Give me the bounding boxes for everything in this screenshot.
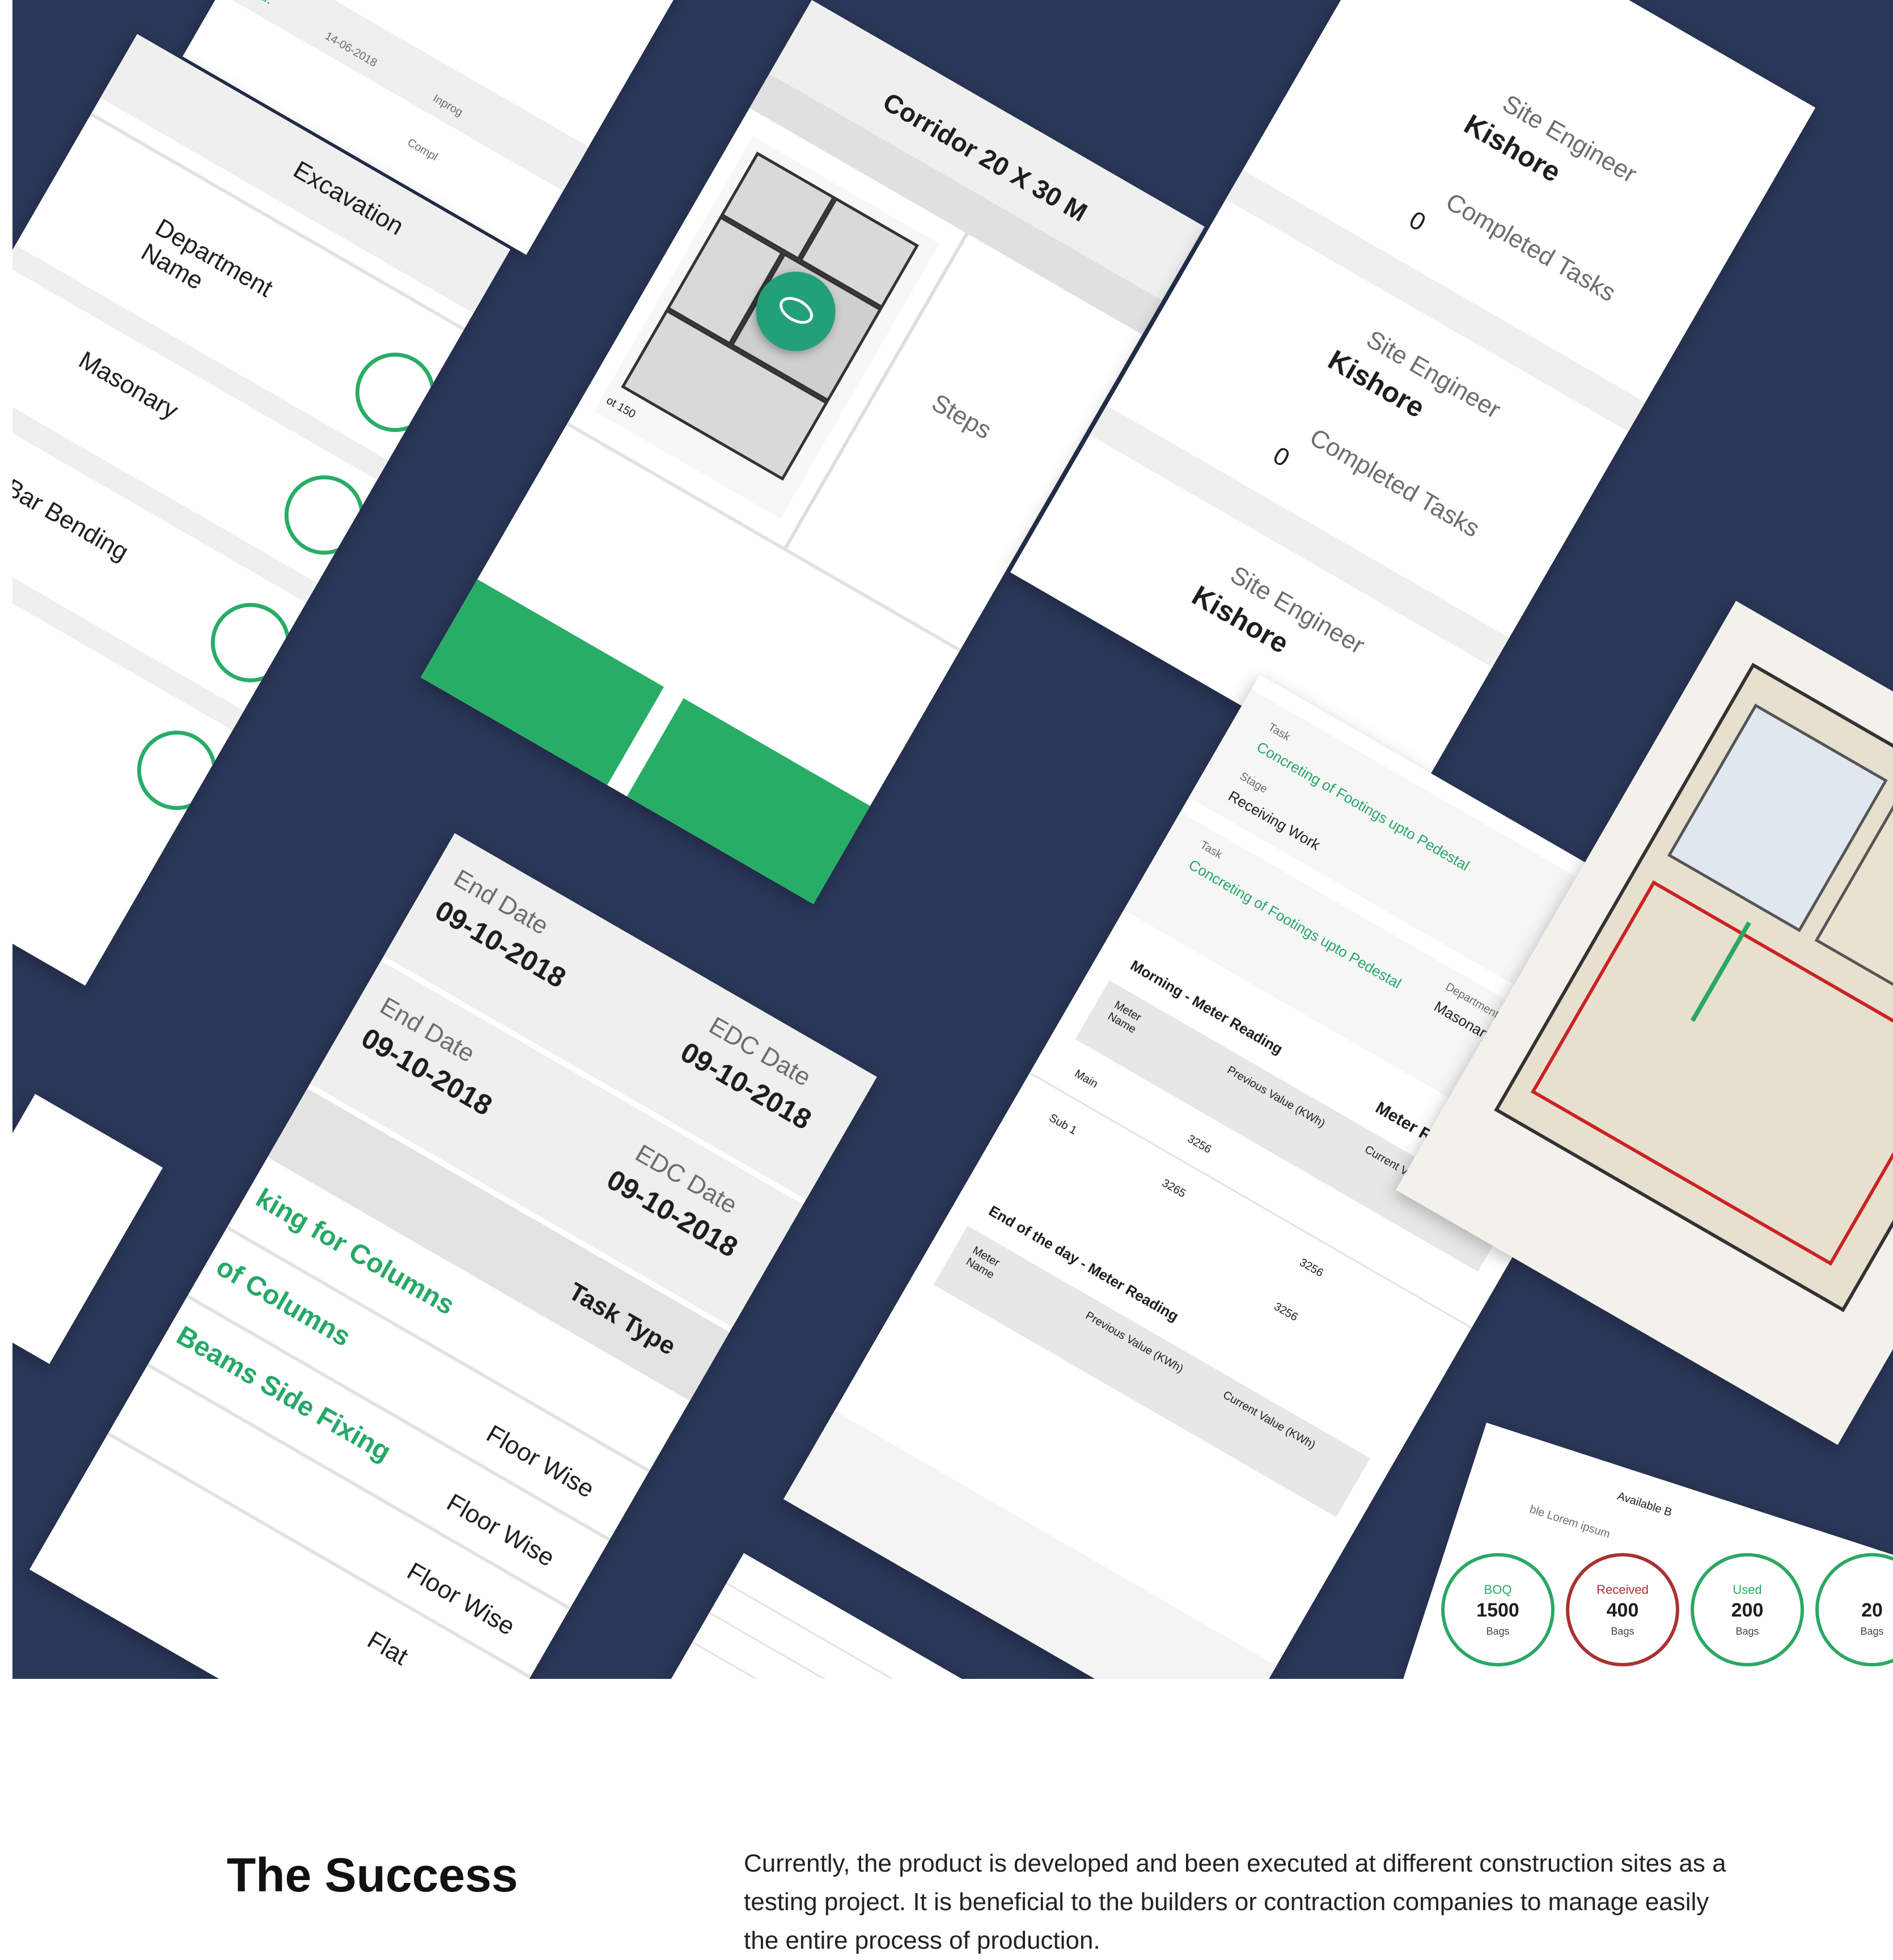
stat-caption: Used (1733, 1583, 1762, 1597)
card-task-dates: End Date 09-10-2018 EDC Date 09-10-2018 … (29, 833, 877, 1679)
divider (187, 1295, 611, 1542)
card-edge-fragment (12, 1094, 163, 1364)
completed-tasks-value: 0 (1268, 441, 1295, 473)
steps-label: Steps (927, 388, 997, 445)
stats-header: Available B (1616, 1490, 1674, 1520)
stat-caption: Received (1596, 1583, 1649, 1597)
stat-ring-used: Used 200 Bags (1691, 1553, 1804, 1666)
stat-ring-boq: BOQ 1500 Bags (1441, 1553, 1555, 1666)
task-status-2: Compl (405, 136, 440, 164)
stats-subheader: ble Lorem ipsum (1528, 1503, 1612, 1541)
stat-value: 20 (1861, 1600, 1883, 1621)
stat-unit: Bags (1611, 1626, 1634, 1637)
mockup-collage: al. 14-06-2018 Inprog Compl Excavation D… (12, 0, 1893, 1679)
stat-value: 200 (1731, 1600, 1764, 1621)
department-item[interactable]: Department Name (136, 214, 292, 337)
divider (107, 1432, 531, 1679)
meter-row-name: Sub 1 (1047, 1111, 1079, 1138)
section-body: Currently, the product is developed and … (744, 1849, 1726, 1954)
meter-extra-value: 3256 (1272, 1300, 1300, 1324)
eye-icon (774, 291, 818, 329)
stat-value: 1500 (1476, 1600, 1519, 1621)
stat-caption: BOQ (1484, 1583, 1512, 1597)
meter-row-prev: 3256 (1185, 1132, 1214, 1156)
department-toggle-ring[interactable] (122, 716, 231, 825)
meter-row-prev: 3265 (1159, 1177, 1188, 1200)
task-name[interactable]: of Columns (211, 1251, 356, 1353)
meter-row-curr: 3256 (1297, 1256, 1325, 1280)
stat-unit: Bags (1486, 1626, 1510, 1637)
divider (147, 1363, 571, 1610)
department-toggle-ring[interactable] (270, 461, 379, 570)
stat-value: 400 (1606, 1600, 1639, 1621)
section-title: The Success (227, 1848, 518, 1902)
task-type: Flat (362, 1626, 413, 1671)
completed-tasks-label: Completed Tasks (1441, 188, 1621, 307)
divider (692, 1641, 1037, 1679)
department-toggle-ring[interactable] (341, 338, 450, 447)
department-toggle-ring[interactable] (196, 588, 305, 697)
meter-row-name: Main (1072, 1067, 1100, 1091)
secondary-action-button[interactable] (626, 698, 870, 905)
task-name[interactable]: Beams Side Fixing (171, 1320, 396, 1468)
plan-caption: ot 150 (604, 394, 638, 421)
completed-tasks-label: Completed Tasks (1305, 423, 1485, 543)
stat-unit: Bags (1860, 1626, 1884, 1637)
completed-tasks-value: 0 (1404, 206, 1431, 237)
stat-unit: Bags (1735, 1626, 1759, 1637)
primary-action-button[interactable] (421, 579, 664, 786)
stat-ring-received: Received 400 Bags (1566, 1553, 1679, 1666)
